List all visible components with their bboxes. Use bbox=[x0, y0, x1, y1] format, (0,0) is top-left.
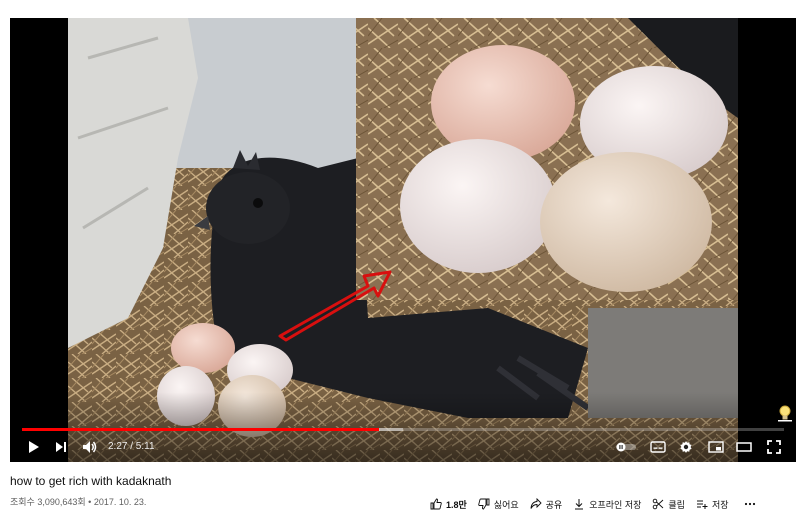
thumbs-down-icon bbox=[478, 498, 490, 510]
fullscreen-icon bbox=[767, 440, 781, 454]
more-actions-button[interactable] bbox=[744, 498, 760, 510]
share-icon bbox=[530, 498, 542, 509]
next-button[interactable] bbox=[50, 436, 72, 458]
more-horizontal-icon bbox=[744, 502, 755, 506]
play-button[interactable] bbox=[22, 436, 44, 458]
dislike-button[interactable]: 싫어요 bbox=[478, 498, 519, 511]
view-count: 조회수 3,090,643회 bbox=[10, 497, 86, 507]
meta-separator: • bbox=[85, 497, 94, 507]
thumbs-up-icon bbox=[430, 498, 442, 510]
dislike-label: 싫어요 bbox=[493, 499, 519, 510]
time-display: 2:27 / 5:11 bbox=[108, 441, 155, 452]
progress-bar[interactable] bbox=[22, 428, 784, 431]
offline-save-button[interactable]: 오프라인 저장 bbox=[573, 498, 641, 511]
download-icon bbox=[575, 499, 584, 510]
theater-mode-icon bbox=[736, 442, 752, 452]
save-to-playlist-button[interactable]: 저장 bbox=[696, 498, 729, 511]
offline-save-label: 오프라인 저장 bbox=[589, 499, 642, 510]
scissors-icon bbox=[653, 498, 664, 510]
settings-button[interactable] bbox=[674, 436, 698, 458]
volume-icon bbox=[83, 441, 97, 453]
action-bar: 1.8만 싫어요 공유 오프라인 저장 클립 저장 bbox=[430, 496, 760, 512]
video-title: how to get rich with kadaknath bbox=[10, 474, 172, 488]
subtitles-icon bbox=[650, 441, 666, 453]
subtitles-button[interactable] bbox=[646, 436, 670, 458]
clip-label: 클립 bbox=[668, 499, 685, 510]
video-player[interactable]: 2:27 / 5:11 bbox=[10, 18, 796, 462]
miniplayer-icon bbox=[708, 441, 724, 453]
play-icon bbox=[29, 441, 39, 453]
next-icon bbox=[56, 442, 66, 452]
like-count: 1.8만 bbox=[446, 499, 467, 510]
video-meta: 조회수 3,090,643회 • 2017. 10. 23. bbox=[10, 495, 146, 508]
save-label: 저장 bbox=[711, 499, 729, 510]
volume-button[interactable] bbox=[78, 436, 102, 458]
theater-mode-button[interactable] bbox=[732, 436, 756, 458]
playlist-add-icon bbox=[696, 500, 708, 509]
autoplay-toggle[interactable] bbox=[614, 436, 638, 458]
share-button[interactable]: 공유 bbox=[530, 498, 563, 511]
miniplayer-button[interactable] bbox=[704, 436, 728, 458]
gear-icon bbox=[680, 441, 692, 453]
progress-played bbox=[22, 428, 379, 431]
upload-date: 2017. 10. 23. bbox=[93, 497, 147, 507]
lightbulb-icon[interactable] bbox=[776, 404, 794, 422]
autoplay-toggle-icon bbox=[616, 442, 636, 452]
like-button[interactable]: 1.8만 bbox=[430, 498, 467, 511]
clip-button[interactable]: 클립 bbox=[652, 498, 685, 511]
share-label: 공유 bbox=[545, 499, 563, 510]
fullscreen-button[interactable] bbox=[762, 436, 786, 458]
